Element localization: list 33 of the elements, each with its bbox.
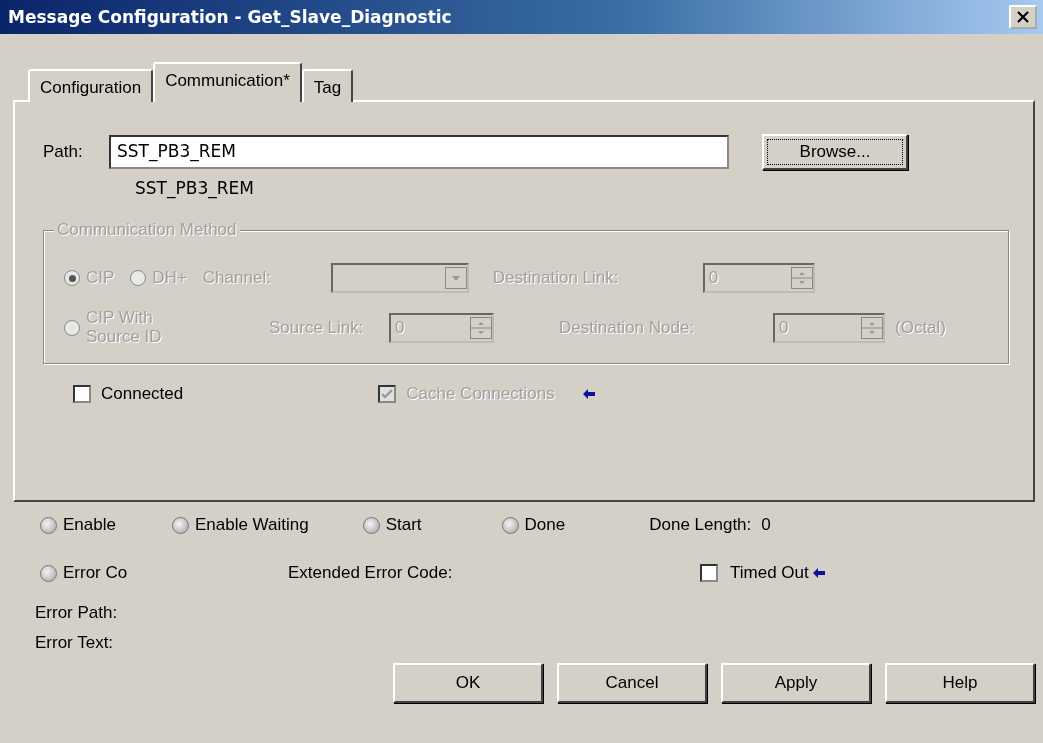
path-field[interactable]: SST_PB3_REM [109, 135, 729, 169]
dialog-button[interactable]: Help [885, 663, 1035, 703]
connected-label[interactable]: Connected [101, 384, 184, 404]
window-title: Message Configuration - Get_Slave_Diagnostic [8, 7, 452, 27]
timed-out-checkbox[interactable] [700, 564, 718, 582]
resolved-path: SST_PB3_REM [135, 178, 255, 198]
close-button[interactable] [1009, 5, 1037, 29]
status-label: Start [385, 515, 422, 535]
connected-checkbox[interactable] [73, 385, 91, 403]
done-length-label: Done Length: [649, 515, 752, 535]
close-icon [1017, 11, 1029, 23]
status-label: Enable [63, 515, 116, 535]
tab[interactable]: Tag [301, 69, 354, 102]
extended-error-code-label: Extended Error Code: [288, 563, 454, 583]
spinner-icon [790, 267, 813, 289]
spinner-icon [470, 317, 492, 339]
spinner-icon [861, 317, 883, 339]
left-arrow-icon [812, 568, 825, 578]
dialog-button[interactable]: Apply [721, 663, 871, 703]
done-length-value: 0 [761, 515, 771, 535]
path-label: Path: [43, 142, 84, 162]
left-arrow-icon [582, 389, 595, 399]
status-label: Enable Waiting [194, 515, 309, 535]
status-label: Done [524, 515, 566, 535]
status-label: Error Co [63, 563, 128, 583]
timed-out-label[interactable]: Timed Out [730, 563, 809, 583]
error-path-label: Error Path: [34, 602, 119, 624]
dialog-button[interactable]: Cancel [557, 663, 707, 703]
tab[interactable]: Configuration [28, 69, 154, 102]
error-text-label: Error Text: [34, 632, 115, 654]
tab[interactable]: Communication* [153, 62, 302, 102]
dialog-button[interactable]: OK [393, 663, 543, 703]
browse-button[interactable]: Browse... [762, 134, 908, 170]
